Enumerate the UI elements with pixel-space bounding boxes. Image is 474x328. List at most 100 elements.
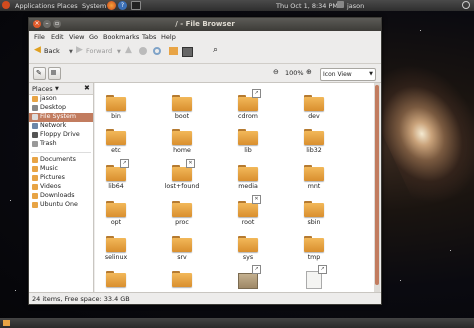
menu-tabs[interactable]: Tabs	[142, 33, 156, 41]
file-item[interactable]: lib32	[289, 129, 339, 161]
file-item[interactable]: lib	[223, 129, 273, 161]
home-icon	[32, 96, 38, 102]
applications-menu[interactable]: Applications	[15, 2, 55, 10]
folder-icon	[238, 129, 258, 145]
reload-icon[interactable]	[153, 47, 161, 55]
menu-bookmarks[interactable]: Bookmarks	[103, 33, 139, 41]
sidebar-item-desktop[interactable]: Desktop	[29, 104, 93, 113]
sidebar-places-label[interactable]: Places	[32, 85, 53, 93]
search-icon[interactable]: ⌕	[213, 45, 218, 55]
file-item[interactable]: bin	[95, 95, 141, 127]
menu-file[interactable]: File	[34, 33, 45, 41]
firefox-icon[interactable]	[107, 1, 116, 10]
file-item[interactable]: ↗	[223, 265, 273, 292]
status-bar: 24 items, Free space: 33.4 GB	[29, 292, 381, 305]
folder-icon	[32, 166, 38, 172]
system-menu[interactable]: System	[82, 2, 106, 10]
computer-icon[interactable]	[182, 47, 193, 57]
folder-icon	[172, 201, 192, 217]
file-item[interactable]: mnt	[289, 165, 339, 197]
package-icon	[238, 273, 258, 289]
ubuntu-logo-icon[interactable]	[2, 1, 10, 9]
sidebar-item-label: Network	[40, 122, 67, 129]
file-item[interactable]: etc	[95, 129, 141, 161]
close-sidebar-icon[interactable]: ✖	[84, 84, 90, 92]
sidebar-item-label: Pictures	[40, 174, 65, 181]
file-item[interactable]: sys	[223, 236, 273, 268]
file-item[interactable]: home	[157, 129, 207, 161]
sidebar-item-network[interactable]: Network	[29, 122, 93, 131]
scrollbar[interactable]	[374, 83, 380, 292]
title-bar[interactable]: × – ▫ / - File Browser	[29, 18, 381, 31]
file-item[interactable]: dev	[289, 95, 339, 127]
terminal-icon[interactable]	[131, 1, 141, 10]
help-icon[interactable]: ?	[118, 1, 127, 10]
link-emblem-icon: ↗	[252, 89, 261, 98]
forward-dropdown-icon[interactable]: ▼	[117, 49, 121, 55]
file-name: bin	[111, 113, 121, 120]
sidebar-item-downloads[interactable]: Downloads	[29, 192, 93, 201]
menu-view[interactable]: View	[69, 33, 84, 41]
folder-icon	[304, 201, 324, 217]
sidebar-item-music[interactable]: Music	[29, 165, 93, 174]
desktop-icon	[32, 105, 38, 111]
chevron-down-icon[interactable]: ▼	[55, 86, 59, 92]
sidebar-item-label: Ubuntu One	[40, 201, 78, 208]
forward-arrow-icon[interactable]: ▶	[76, 45, 83, 55]
file-item[interactable]: ✕ lost+found	[157, 159, 207, 197]
file-item[interactable]: tmp	[289, 236, 339, 268]
sidebar: Places ▼ ✖ jason Desktop File System Net…	[29, 83, 94, 292]
sidebar-item-documents[interactable]: Documents	[29, 156, 93, 165]
file-view[interactable]: bin boot ↗ cdrom dev etc home lib lib32 ↗ lib64 ✕ lo…	[95, 83, 375, 292]
power-icon[interactable]	[462, 1, 470, 9]
file-item[interactable]: ↗ lib64	[95, 159, 141, 197]
scrollbar-thumb[interactable]	[375, 85, 379, 285]
sidebar-item-videos[interactable]: Videos	[29, 183, 93, 192]
file-item[interactable]: proc	[157, 201, 207, 233]
menu-help[interactable]: Help	[161, 33, 176, 41]
home-icon[interactable]	[169, 47, 178, 55]
folder-icon	[106, 95, 126, 111]
places-menu[interactable]: Places	[57, 2, 78, 10]
file-item[interactable]: sbin	[289, 201, 339, 233]
back-button[interactable]: Back	[44, 47, 60, 55]
file-item[interactable]: ↗ cdrom	[223, 89, 273, 127]
show-desktop-icon[interactable]	[3, 320, 10, 326]
toolbar: ◀ Back ▼ ▶ Forward ▼ ▲ ⌕	[29, 43, 381, 64]
sidebar-item-pictures[interactable]: Pictures	[29, 174, 93, 183]
folder-icon	[304, 236, 324, 252]
sidebar-item-jason[interactable]: jason	[29, 95, 93, 104]
stop-icon[interactable]	[139, 47, 147, 55]
up-icon[interactable]: ▲	[125, 45, 132, 55]
menu-go[interactable]: Go	[89, 33, 98, 41]
file-item[interactable]	[95, 271, 141, 292]
sidebar-item-file-system[interactable]: File System	[29, 113, 93, 122]
zoom-level[interactable]: 100%	[285, 69, 304, 77]
menu-edit[interactable]: Edit	[51, 33, 64, 41]
pencil-icon: ✎	[36, 69, 42, 77]
file-item[interactable]: boot	[157, 95, 207, 127]
forward-button[interactable]: Forward	[86, 47, 112, 55]
back-dropdown-icon[interactable]: ▼	[69, 49, 73, 55]
link-emblem-icon: ↗	[120, 159, 129, 168]
folder-icon	[172, 271, 192, 287]
file-item[interactable]: ✕ root	[223, 195, 273, 233]
folder-icon	[172, 236, 192, 252]
file-item[interactable]: opt	[95, 201, 141, 233]
sidebar-item-floppy[interactable]: Floppy Drive	[29, 131, 93, 140]
chevron-down-icon: ▼	[369, 71, 373, 77]
file-item[interactable]: ↗	[289, 265, 339, 292]
drive-icon	[51, 70, 56, 75]
zoom-in-icon[interactable]: ⊕	[306, 68, 312, 76]
zoom-out-icon[interactable]: ⊖	[273, 68, 279, 76]
file-item[interactable]	[157, 271, 207, 292]
back-arrow-icon[interactable]: ◀	[34, 45, 41, 55]
view-mode-select[interactable]: Icon View ▼	[320, 68, 376, 81]
file-item[interactable]: media	[223, 165, 273, 197]
clock[interactable]: Thu Oct 1, 8:34 PM	[276, 2, 338, 10]
file-item[interactable]: selinux	[95, 236, 141, 268]
file-item[interactable]: srv	[157, 236, 207, 268]
sidebar-item-ubuntu-one[interactable]: Ubuntu One	[29, 201, 93, 210]
user-name[interactable]: jason	[347, 2, 364, 10]
sidebar-item-trash[interactable]: Trash	[29, 140, 93, 149]
